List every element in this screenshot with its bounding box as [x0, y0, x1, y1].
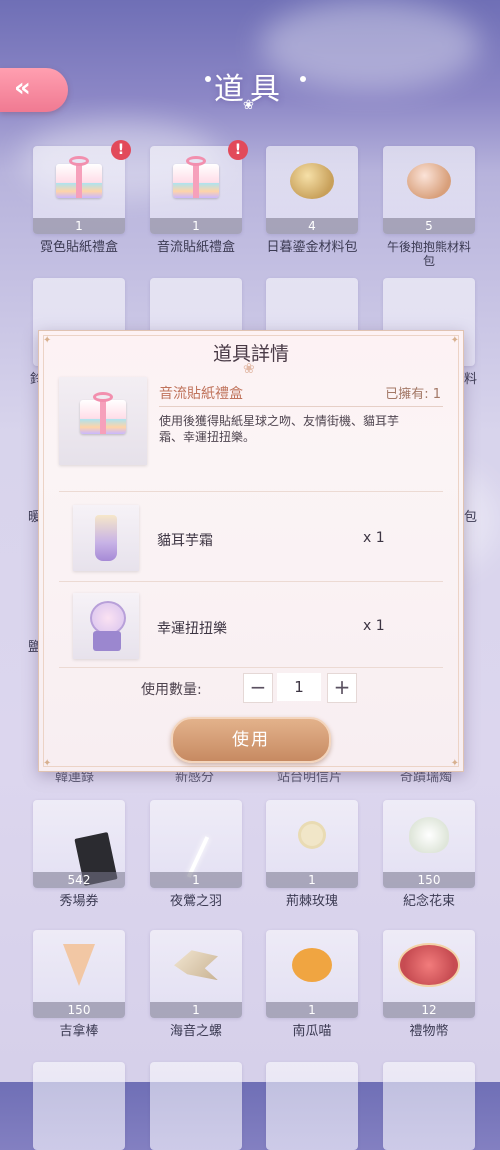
item-name: 南瓜喵 — [292, 1024, 332, 1039]
item-name: 日暮鎏金材料包 — [266, 240, 358, 255]
item-quantity: 542 — [33, 872, 125, 888]
item-detail-dialog: ✦ ✦ ✦ ✦ 道具詳情 ❀ 音流貼紙禮盒 已擁有: 1 使用後獲得貼紙星球之吻… — [38, 330, 464, 772]
flower-ornament-icon: ❀ — [243, 98, 254, 113]
item-name: 禮物幣 — [409, 1024, 449, 1039]
gift-box-icon — [80, 392, 126, 435]
inventory-item[interactable] — [383, 1062, 475, 1150]
inventory-item[interactable]: 542 秀場券 — [33, 800, 125, 910]
item-name: 夜鶯之羽 — [169, 894, 222, 909]
inventory-item[interactable] — [150, 1062, 242, 1150]
item-name: 午後抱抱熊材料包 — [386, 240, 471, 268]
item-quantity: 1 — [266, 872, 358, 888]
item-name: 音流貼紙禮盒 — [156, 240, 235, 255]
item-name: 霓色貼紙禮盒 — [39, 240, 118, 255]
divider — [59, 667, 443, 668]
quantity-stepper: − 1 + — [243, 673, 357, 703]
gift-box-icon — [56, 156, 102, 199]
flower-ornament-icon: ❀ — [243, 361, 255, 377]
item-quantity: 1 — [150, 1002, 242, 1018]
alert-badge-icon: ! — [228, 140, 248, 160]
inventory-item[interactable] — [33, 1062, 125, 1150]
gumball-machine-icon — [90, 601, 126, 635]
owned-count: 已擁有: 1 — [385, 387, 441, 402]
item-quantity: 4 — [266, 218, 358, 234]
item-name: 荊棘玫瑰 — [285, 894, 338, 909]
reward-quantity: x 1 — [363, 530, 385, 546]
inventory-item[interactable]: 1! 霓色貼紙禮盒 — [33, 140, 131, 256]
reward-quantity: x 1 — [363, 618, 385, 634]
item-detail-name: 音流貼紙禮盒 — [159, 386, 243, 402]
reward-name: 幸運扭扭樂 — [157, 621, 227, 637]
corner-ornament-icon: ✦ — [450, 758, 459, 769]
churro-icon — [63, 944, 95, 987]
gift-coin-icon — [398, 943, 460, 988]
gumball-machine-base — [93, 631, 121, 651]
item-name: 海音之螺 — [169, 1024, 222, 1039]
material-pack-icon — [290, 163, 334, 200]
item-quantity: 12 — [383, 1002, 475, 1018]
quantity-label: 使用數量: — [141, 682, 202, 698]
inventory-item[interactable]: 1 南瓜喵 — [266, 930, 358, 1040]
inventory-item[interactable]: 1 夜鶯之羽 — [150, 800, 242, 910]
material-pack-icon — [407, 163, 451, 200]
reward-image — [73, 593, 139, 659]
increment-button[interactable]: + — [327, 673, 357, 703]
shell-icon — [174, 950, 218, 981]
item-quantity: 1 — [266, 1002, 358, 1018]
divider — [59, 581, 443, 582]
item-quantity: 1 — [150, 218, 242, 234]
inventory-item[interactable]: 1! 音流貼紙禮盒 — [150, 140, 248, 256]
divider — [59, 491, 443, 492]
item-description: 使用後獲得貼紙星球之吻、友情街機、貓耳芋霜、幸運扭扭樂。 — [159, 414, 400, 444]
inventory-item[interactable]: 5 午後抱抱熊材料包 — [383, 146, 475, 268]
use-button[interactable]: 使用 — [171, 717, 331, 763]
inventory-item[interactable]: 4 日暮鎏金材料包 — [266, 146, 358, 256]
item-name: 包 — [464, 510, 478, 525]
divider — [159, 406, 443, 407]
item-name: 料 — [464, 372, 478, 387]
item-name: 吉拿棒 — [59, 1024, 99, 1039]
inventory-item[interactable]: 1 海音之螺 — [150, 930, 242, 1040]
pumpkin-cat-icon — [292, 948, 332, 983]
item-image — [59, 377, 147, 465]
decrement-button[interactable]: − — [243, 673, 273, 703]
taro-drink-icon — [95, 515, 117, 561]
item-quantity: 1 — [150, 872, 242, 888]
item-name: 秀場券 — [59, 894, 99, 909]
alert-badge-icon: ! — [111, 140, 131, 160]
item-name: 紀念花束 — [402, 894, 455, 909]
inventory-item[interactable]: 150 吉拿棒 — [33, 930, 125, 1040]
inventory-item[interactable]: 12 禮物幣 — [383, 930, 475, 1040]
rose-icon — [301, 824, 323, 847]
corner-ornament-icon: ✦ — [43, 758, 52, 769]
item-quantity: 150 — [33, 1002, 125, 1018]
item-quantity: 5 — [383, 218, 475, 234]
inventory-item[interactable]: 150 紀念花束 — [383, 800, 475, 910]
gift-box-icon — [173, 156, 219, 199]
reward-name: 貓耳芋霜 — [157, 533, 213, 549]
inventory-item[interactable] — [266, 1062, 358, 1150]
reward-image — [73, 505, 139, 571]
bouquet-icon — [409, 817, 449, 854]
item-quantity: 150 — [383, 872, 475, 888]
quantity-input[interactable]: 1 — [277, 673, 321, 701]
item-quantity: 1 — [33, 218, 125, 234]
inventory-item[interactable]: 1 荊棘玫瑰 — [266, 800, 358, 910]
